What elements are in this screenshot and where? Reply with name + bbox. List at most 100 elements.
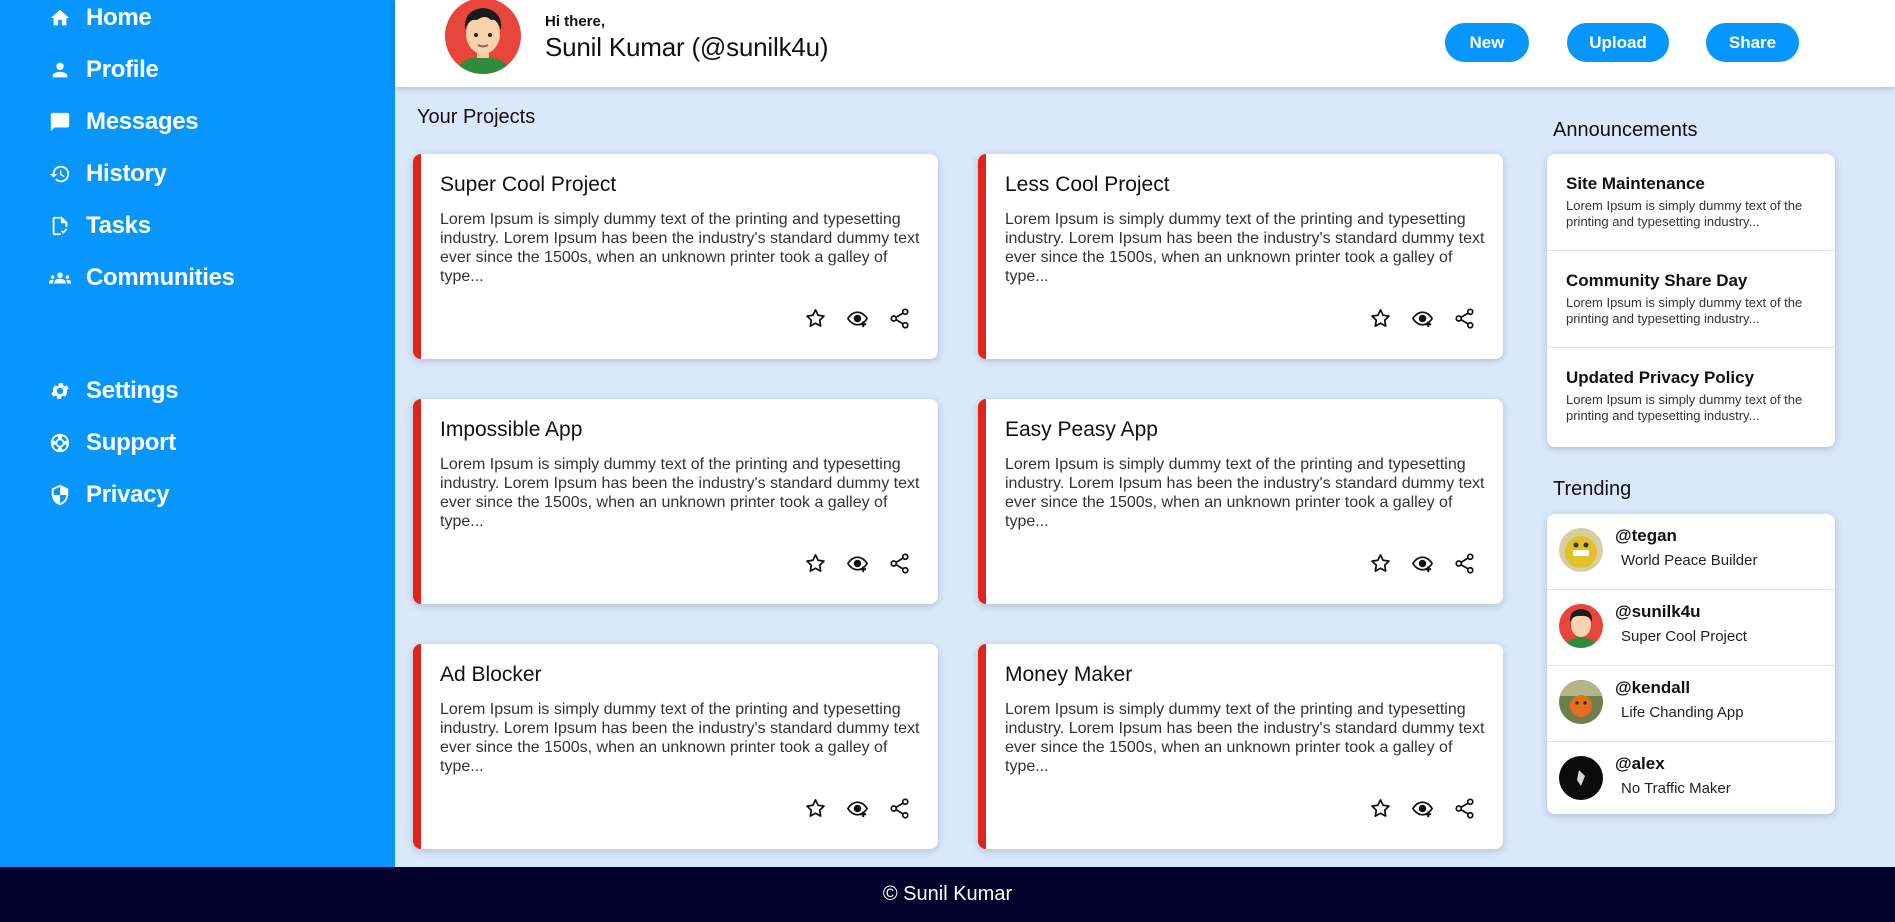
project-description: Lorem Ipsum is simply dummy text of the … bbox=[440, 456, 920, 530]
project-title: Ad Blocker bbox=[440, 663, 542, 686]
watch-icon[interactable] bbox=[1410, 796, 1434, 820]
star-icon[interactable] bbox=[803, 306, 827, 330]
project-card[interactable]: Super Cool Project Lorem Ipsum is simply … bbox=[413, 154, 938, 359]
new-button[interactable]: New bbox=[1445, 23, 1529, 62]
announcements-title: Announcements bbox=[1553, 119, 1698, 141]
greeting-text: Hi there, bbox=[545, 13, 606, 30]
trending-item[interactable]: @alex No Traffic Maker bbox=[1547, 742, 1835, 814]
trending-item[interactable]: @sunilk4u Super Cool Project bbox=[1547, 590, 1835, 666]
announcement-item[interactable]: Community Share Day Lorem Ipsum is simpl… bbox=[1547, 251, 1835, 348]
project-description: Lorem Ipsum is simply dummy text of the … bbox=[440, 211, 920, 285]
sidebar-item-tasks[interactable]: Tasks bbox=[48, 208, 151, 244]
sidebar-item-label: Messages bbox=[86, 108, 199, 135]
announcement-text: Lorem Ipsum is simply dummy text of the … bbox=[1566, 198, 1803, 229]
trending-project: No Traffic Maker bbox=[1621, 780, 1731, 797]
star-icon[interactable] bbox=[803, 551, 827, 575]
trending-handle: @tegan bbox=[1615, 526, 1677, 545]
star-icon[interactable] bbox=[803, 796, 827, 820]
star-icon[interactable] bbox=[1368, 796, 1392, 820]
announcement-title: Community Share Day bbox=[1566, 271, 1748, 290]
watch-icon[interactable] bbox=[845, 796, 869, 820]
share-icon[interactable] bbox=[887, 796, 911, 820]
share-icon[interactable] bbox=[1452, 796, 1476, 820]
header: Hi there, Sunil Kumar (@sunilk4u) New Up… bbox=[395, 0, 1895, 87]
sidebar-item-support[interactable]: Support bbox=[48, 425, 176, 461]
sidebar-item-label: Settings bbox=[86, 377, 179, 404]
share-icon[interactable] bbox=[1452, 551, 1476, 575]
project-description: Lorem Ipsum is simply dummy text of the … bbox=[1005, 456, 1485, 530]
announcement-title: Updated Privacy Policy bbox=[1566, 368, 1755, 387]
announcement-text: Lorem Ipsum is simply dummy text of the … bbox=[1566, 295, 1803, 326]
avatar bbox=[1559, 680, 1603, 724]
project-card[interactable]: Less Cool Project Lorem Ipsum is simply d… bbox=[978, 154, 1503, 359]
avatar bbox=[1559, 756, 1603, 800]
share-icon[interactable] bbox=[887, 306, 911, 330]
sidebar: Home Profile Messages History Tasks Comm… bbox=[0, 0, 395, 867]
shield-icon bbox=[48, 483, 72, 507]
card-actions bbox=[1368, 796, 1476, 820]
upload-button[interactable]: Upload bbox=[1567, 23, 1669, 62]
sidebar-item-communities[interactable]: Communities bbox=[48, 260, 235, 296]
announcement-title: Site Maintenance bbox=[1566, 174, 1705, 193]
watch-icon[interactable] bbox=[1410, 551, 1434, 575]
share-button[interactable]: Share bbox=[1706, 23, 1799, 62]
card-actions bbox=[1368, 306, 1476, 330]
sidebar-item-profile[interactable]: Profile bbox=[48, 52, 159, 88]
sidebar-item-label: Tasks bbox=[86, 212, 151, 239]
project-title: Less Cool Project bbox=[1005, 173, 1170, 196]
star-icon[interactable] bbox=[1368, 306, 1392, 330]
project-card[interactable]: Impossible App Lorem Ipsum is simply dumm… bbox=[413, 399, 938, 604]
sidebar-item-label: Home bbox=[86, 4, 152, 31]
trending-item[interactable]: @tegan World Peace Builder bbox=[1547, 514, 1835, 590]
watch-icon[interactable] bbox=[845, 306, 869, 330]
avatar[interactable] bbox=[445, 0, 521, 74]
trending-handle: @alex bbox=[1615, 754, 1665, 773]
card-actions bbox=[803, 796, 911, 820]
card-actions bbox=[803, 306, 911, 330]
share-icon[interactable] bbox=[1452, 306, 1476, 330]
sidebar-item-messages[interactable]: Messages bbox=[48, 104, 199, 140]
project-card[interactable]: Easy Peasy App Lorem Ipsum is simply dumm… bbox=[978, 399, 1503, 604]
trending-title: Trending bbox=[1553, 478, 1632, 500]
announcements-panel: Site Maintenance Lorem Ipsum is simply d… bbox=[1547, 154, 1835, 447]
user-icon bbox=[48, 58, 72, 82]
sidebar-item-home[interactable]: Home bbox=[48, 0, 152, 36]
project-description: Lorem Ipsum is simply dummy text of the … bbox=[1005, 701, 1485, 775]
trending-handle: @sunilk4u bbox=[1615, 602, 1701, 621]
lifebuoy-icon bbox=[48, 431, 72, 455]
sidebar-item-history[interactable]: History bbox=[48, 156, 167, 192]
project-title: Money Maker bbox=[1005, 663, 1133, 686]
sidebar-item-settings[interactable]: Settings bbox=[48, 373, 179, 409]
watch-icon[interactable] bbox=[1410, 306, 1434, 330]
trending-project: Life Chanding App bbox=[1621, 704, 1744, 721]
project-card[interactable]: Money Maker Lorem Ipsum is simply dummy t… bbox=[978, 644, 1503, 849]
task-icon bbox=[48, 214, 72, 238]
group-icon bbox=[48, 266, 72, 290]
avatar bbox=[1559, 528, 1603, 572]
history-icon bbox=[48, 162, 72, 186]
share-icon[interactable] bbox=[887, 551, 911, 575]
star-icon[interactable] bbox=[1368, 551, 1392, 575]
announcement-text: Lorem Ipsum is simply dummy text of the … bbox=[1566, 392, 1803, 423]
announcement-item[interactable]: Updated Privacy Policy Lorem Ipsum is si… bbox=[1547, 348, 1835, 445]
card-actions bbox=[803, 551, 911, 575]
project-title: Impossible App bbox=[440, 418, 583, 441]
watch-icon[interactable] bbox=[845, 551, 869, 575]
trending-project: World Peace Builder bbox=[1621, 552, 1758, 569]
footer: © Sunil Kumar bbox=[0, 867, 1895, 922]
gear-icon bbox=[48, 379, 72, 403]
sidebar-item-label: Support bbox=[86, 429, 176, 456]
trending-item[interactable]: @kendall Life Chanding App bbox=[1547, 666, 1835, 742]
projects-title: Your Projects bbox=[417, 106, 536, 128]
footer-text: © Sunil Kumar bbox=[882, 883, 1013, 905]
sidebar-item-label: Privacy bbox=[86, 481, 170, 508]
project-title: Super Cool Project bbox=[440, 173, 617, 196]
project-card[interactable]: Ad Blocker Lorem Ipsum is simply dummy te… bbox=[413, 644, 938, 849]
project-description: Lorem Ipsum is simply dummy text of the … bbox=[440, 701, 920, 775]
avatar bbox=[1559, 604, 1603, 648]
sidebar-item-privacy[interactable]: Privacy bbox=[48, 477, 170, 513]
chat-icon bbox=[48, 110, 72, 134]
project-title: Easy Peasy App bbox=[1005, 418, 1158, 441]
announcement-item[interactable]: Site Maintenance Lorem Ipsum is simply d… bbox=[1547, 154, 1835, 251]
card-actions bbox=[1368, 551, 1476, 575]
